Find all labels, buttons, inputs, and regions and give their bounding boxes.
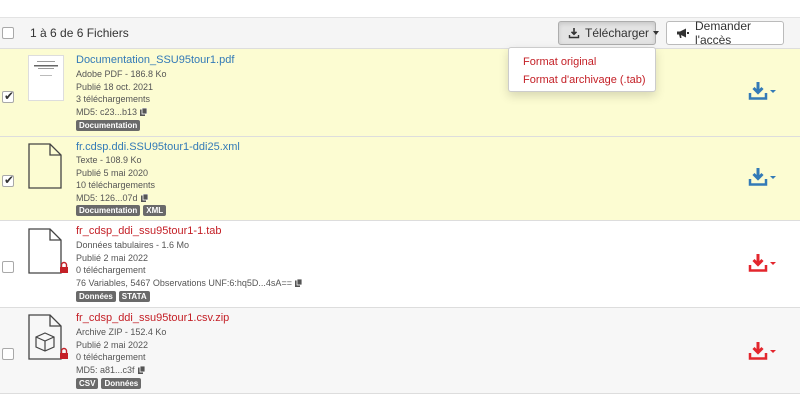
restricted-data-file-icon [28, 228, 68, 274]
file-published-date: Publié 18 oct. 2021 [76, 81, 154, 92]
copy-clipboard-icon[interactable] [137, 365, 145, 374]
file-name-link[interactable]: fr_cdsp_ddi_ssu95tour1-1.tab [76, 225, 222, 237]
file-type-size: Texte - 108.9 Ko [76, 155, 142, 165]
select-all-checkbox[interactable] [2, 27, 14, 39]
tag-label[interactable]: Documentation [76, 120, 141, 131]
file-published-date: Publié 5 mai 2020 [76, 167, 149, 178]
copy-clipboard-icon[interactable] [140, 193, 148, 202]
file-download-icon[interactable] [748, 253, 778, 273]
request-access-button[interactable]: Demander l'accès [666, 19, 784, 47]
tag-label[interactable]: CSV [76, 378, 99, 389]
caret-down-icon [653, 31, 660, 35]
file-row: fr_cdsp_ddi_ssu95tour1-1.tab Données tab… [0, 221, 800, 308]
text-file-icon [28, 143, 62, 189]
menu-item-original-format[interactable]: Format original [523, 56, 596, 68]
file-published-date: Publié 2 mai 2022 [76, 252, 149, 263]
file-count-label: 1 à 6 de 6 Fichiers [30, 26, 129, 40]
file-checkbox[interactable]: ✔ [2, 173, 15, 187]
file-published-date: Publié 2 mai 2022 [76, 339, 149, 350]
tag-label[interactable]: Données [101, 378, 142, 389]
file-checkbox[interactable] [2, 348, 14, 360]
file-metadata: Texte - 108.9 Ko Publié 5 mai 2020 10 té… [76, 154, 155, 204]
menu-item-archival-format[interactable]: Format d'archivage (.tab) [523, 74, 646, 86]
request-access-label: Demander l'accès [695, 19, 752, 47]
file-type-size: Adobe PDF - 186.8 Ko [76, 69, 167, 79]
file-type-size: Archive ZIP - 152.4 Ko [76, 327, 167, 337]
file-name-link[interactable]: fr.cdsp.ddi.SSU95tour1-ddi25.xml [76, 141, 240, 153]
file-tags: Documentation XML [76, 205, 167, 216]
file-download-count: 0 téléchargement [76, 352, 146, 362]
copy-clipboard-icon[interactable] [140, 107, 148, 116]
file-metadata: Archive ZIP - 152.4 Ko Publié 2 mai 2022… [76, 326, 166, 376]
file-tags: Données STATA [76, 291, 150, 302]
download-button-label: Télécharger [585, 26, 650, 40]
file-md5: MD5: a81...c3f [76, 364, 135, 375]
file-download-icon[interactable] [748, 341, 778, 361]
file-tags: Documentation [76, 120, 141, 131]
file-unf: 76 Variables, 5467 Observations UNF:6:hq… [76, 277, 292, 288]
file-name-link[interactable]: fr_cdsp_ddi_ssu95tour1.csv.zip [76, 312, 229, 324]
file-md5: MD5: c23...b13 [76, 106, 138, 117]
check-mark-icon: ✔ [4, 173, 15, 187]
file-type-size: Données tabulaires - 1.6 Mo [76, 240, 190, 250]
tag-label[interactable]: Données [76, 291, 116, 302]
tag-label[interactable]: Documentation [76, 205, 141, 216]
check-mark-icon: ✔ [4, 89, 15, 103]
pdf-thumbnail[interactable] [28, 55, 64, 101]
bullhorn-icon [677, 28, 689, 38]
file-checkbox[interactable] [2, 261, 14, 273]
file-row: ✔ fr.cdsp.ddi.SSU95tour1-ddi25.xml Texte… [0, 137, 800, 221]
download-dropdown-button[interactable]: Télécharger [558, 21, 660, 45]
file-download-count: 3 téléchargements [76, 94, 151, 104]
file-download-count: 0 téléchargement [76, 265, 146, 275]
file-md5: MD5: 126...07d [76, 192, 138, 203]
file-name-link[interactable]: Documentation_SSU95tour1.pdf [76, 54, 234, 66]
file-metadata: Adobe PDF - 186.8 Ko Publié 18 oct. 2021… [76, 68, 167, 118]
copy-clipboard-icon[interactable] [294, 278, 302, 287]
restricted-archive-file-icon [28, 314, 68, 360]
file-tags: CSV Données [76, 378, 142, 389]
top-border [0, 0, 800, 18]
file-download-count: 10 téléchargements [76, 180, 156, 190]
download-icon [568, 28, 580, 39]
file-checkbox[interactable]: ✔ [2, 89, 15, 103]
file-row: fr_cdsp_ddi_ssu95tour1.csv.zip Archive Z… [0, 308, 800, 394]
file-metadata: Données tabulaires - 1.6 Mo Publié 2 mai… [76, 239, 302, 289]
file-row: ✔ Documentation_SSU95tour1.pdf Adobe PDF… [0, 49, 800, 137]
tag-label[interactable]: XML [143, 205, 167, 216]
tag-label[interactable]: STATA [118, 291, 150, 302]
download-format-menu: Format original Format d'archivage (.tab… [508, 47, 656, 92]
file-download-icon[interactable] [748, 167, 778, 187]
file-download-icon[interactable] [748, 81, 778, 101]
